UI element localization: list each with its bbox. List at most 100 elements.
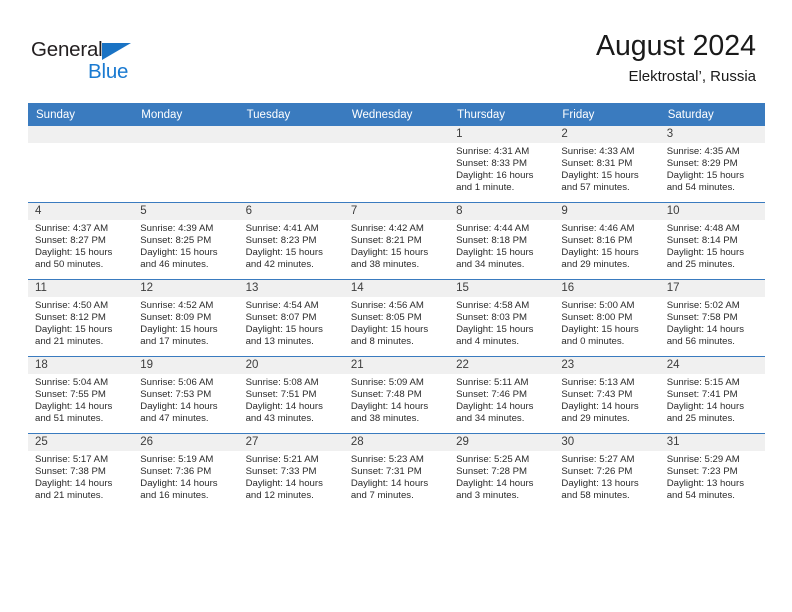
day-details (133, 143, 238, 146)
day-cell[interactable]: 4 Sunrise: 4:37 AM Sunset: 8:27 PM Daylight… (28, 202, 134, 280)
day-cell[interactable]: 1 Sunrise: 4:31 AM Sunset: 8:33 PM Daylight… (449, 126, 555, 203)
daylight-duration-line2: and 46 minutes. (140, 259, 209, 271)
day-number: 10 (659, 203, 765, 220)
day-details: Sunrise: 4:46 AM Sunset: 8:16 PM Daylight:… (554, 220, 659, 272)
day-number: 22 (449, 357, 555, 374)
day-number: 15 (449, 280, 555, 297)
day-cell[interactable]: 19 Sunrise: 5:06 AM Sunset: 7:53 PM Dayligh… (133, 356, 239, 434)
sunrise-time: Sunrise: 5:13 AM (561, 377, 635, 388)
daylight-duration-line1: Daylight: 14 hours (456, 478, 534, 490)
generalblue-logo: General Blue (31, 38, 161, 86)
daylight-duration-line1: Daylight: 15 hours (350, 324, 429, 336)
sunset-time: Sunset: 8:23 PM (245, 235, 317, 247)
day-cell[interactable]: 16 Sunrise: 5:00 AM Sunset: 8:00 PM Dayligh… (554, 279, 660, 357)
daylight-duration-line1: Daylight: 15 hours (245, 247, 323, 259)
day-cell[interactable]: 31 Sunrise: 5:29 AM Sunset: 7:23 PM Dayligh… (659, 433, 765, 510)
daylight-duration-line1: Daylight: 15 hours (666, 170, 745, 182)
day-number: 31 (659, 434, 765, 451)
day-cell[interactable]: 13 Sunrise: 4:54 AM Sunset: 8:07 PM Dayligh… (238, 279, 344, 357)
day-cell[interactable]: 25 Sunrise: 5:17 AM Sunset: 7:38 PM Dayligh… (28, 433, 134, 510)
day-cell-empty (133, 126, 239, 203)
daylight-duration-line1: Daylight: 14 hours (666, 324, 745, 336)
daylight-duration-line2: and 16 minutes. (140, 490, 209, 502)
logo-triangle-icon (102, 43, 131, 60)
day-number: 4 (28, 203, 134, 220)
day-details: Sunrise: 4:48 AM Sunset: 8:14 PM Daylight:… (660, 220, 765, 272)
day-cell[interactable]: 18 Sunrise: 5:04 AM Sunset: 7:55 PM Dayligh… (28, 356, 134, 434)
day-cell[interactable]: 28 Sunrise: 5:23 AM Sunset: 7:31 PM Dayligh… (343, 433, 450, 510)
day-cell[interactable]: 23 Sunrise: 5:13 AM Sunset: 7:43 PM Dayligh… (554, 356, 660, 434)
sunrise-time: Sunrise: 5:02 AM (666, 300, 740, 311)
day-number: 18 (28, 357, 134, 374)
daylight-duration-line2: and 38 minutes. (350, 413, 420, 425)
day-cell[interactable]: 12 Sunrise: 4:52 AM Sunset: 8:09 PM Dayligh… (133, 279, 239, 357)
day-details: Sunrise: 4:33 AM Sunset: 8:31 PM Daylight:… (554, 143, 659, 195)
daylight-duration-line2: and 43 minutes. (245, 413, 314, 425)
day-cell[interactable]: 15 Sunrise: 4:58 AM Sunset: 8:03 PM Dayligh… (449, 279, 555, 357)
daylight-duration-line1: Daylight: 14 hours (35, 478, 113, 490)
day-cell-empty (343, 126, 450, 203)
daylight-duration-line1: Daylight: 15 hours (140, 324, 218, 336)
daylight-duration-line2: and 29 minutes. (561, 259, 630, 271)
day-cell[interactable]: 9 Sunrise: 4:46 AM Sunset: 8:16 PM Daylight… (554, 202, 660, 280)
daylight-duration-line2: and 47 minutes. (140, 413, 209, 425)
daylight-duration-line2: and 50 minutes. (35, 259, 104, 271)
day-details: Sunrise: 4:41 AM Sunset: 8:23 PM Daylight:… (239, 220, 344, 272)
day-cell[interactable]: 5 Sunrise: 4:39 AM Sunset: 8:25 PM Daylight… (133, 202, 239, 280)
day-number (343, 126, 450, 143)
day-details: Sunrise: 5:06 AM Sunset: 7:53 PM Daylight:… (133, 374, 238, 426)
calendar-week-row: 18 Sunrise: 5:04 AM Sunset: 7:55 PM Dayligh… (28, 356, 765, 434)
day-cell[interactable]: 24 Sunrise: 5:15 AM Sunset: 7:41 PM Dayligh… (659, 356, 765, 434)
sunrise-time: Sunrise: 5:04 AM (35, 377, 109, 388)
daylight-duration-line2: and 38 minutes. (350, 259, 420, 271)
title-block: August 2024 Elektrostal’, Russia (596, 29, 756, 87)
daylight-duration-line1: Daylight: 15 hours (561, 247, 639, 259)
day-cell[interactable]: 8 Sunrise: 4:44 AM Sunset: 8:18 PM Daylight… (449, 202, 555, 280)
day-details: Sunrise: 5:08 AM Sunset: 7:51 PM Daylight:… (239, 374, 344, 426)
day-number: 25 (28, 434, 134, 451)
sunset-time: Sunset: 8:00 PM (561, 312, 633, 324)
day-number: 9 (554, 203, 660, 220)
day-details: Sunrise: 5:00 AM Sunset: 8:00 PM Daylight:… (554, 297, 659, 349)
daylight-duration-line1: Daylight: 15 hours (140, 247, 218, 259)
daylight-duration-line2: and 34 minutes. (456, 413, 525, 425)
day-details (344, 143, 449, 146)
day-details: Sunrise: 5:02 AM Sunset: 7:58 PM Daylight:… (660, 297, 765, 349)
day-cell[interactable]: 11 Sunrise: 4:50 AM Sunset: 8:12 PM Dayligh… (28, 279, 134, 357)
day-cell[interactable]: 14 Sunrise: 4:56 AM Sunset: 8:05 PM Dayligh… (343, 279, 450, 357)
day-cell[interactable]: 10 Sunrise: 4:48 AM Sunset: 8:14 PM Dayligh… (659, 202, 765, 280)
sunset-time: Sunset: 7:33 PM (245, 466, 317, 478)
sunset-time: Sunset: 7:46 PM (456, 389, 528, 401)
day-details: Sunrise: 4:54 AM Sunset: 8:07 PM Daylight:… (239, 297, 344, 349)
day-details: Sunrise: 5:21 AM Sunset: 7:33 PM Daylight:… (239, 451, 344, 503)
page-subtitle: Elektrostal’, Russia (628, 68, 756, 85)
day-cell[interactable]: 20 Sunrise: 5:08 AM Sunset: 7:51 PM Dayligh… (238, 356, 344, 434)
day-number: 26 (133, 434, 239, 451)
day-number (238, 126, 344, 143)
daylight-duration-line2: and 29 minutes. (561, 413, 630, 425)
day-cell[interactable]: 3 Sunrise: 4:35 AM Sunset: 8:29 PM Daylight… (659, 126, 765, 203)
day-details: Sunrise: 4:50 AM Sunset: 8:12 PM Daylight:… (28, 297, 133, 349)
day-number: 30 (554, 434, 660, 451)
day-details: Sunrise: 5:11 AM Sunset: 7:46 PM Daylight:… (449, 374, 554, 426)
daylight-duration-line2: and 25 minutes. (666, 259, 735, 271)
day-cell[interactable]: 29 Sunrise: 5:25 AM Sunset: 7:28 PM Dayligh… (449, 433, 555, 510)
day-cell[interactable]: 2 Sunrise: 4:33 AM Sunset: 8:31 PM Daylight… (554, 126, 660, 203)
daylight-duration-line1: Daylight: 14 hours (456, 401, 534, 413)
calendar-week-row: 25 Sunrise: 5:17 AM Sunset: 7:38 PM Dayligh… (28, 433, 765, 510)
daylight-duration-line1: Daylight: 15 hours (666, 247, 745, 259)
daylight-duration-line2: and 42 minutes. (245, 259, 314, 271)
day-number: 17 (659, 280, 765, 297)
page-title: August 2024 (595, 30, 756, 62)
sunset-time: Sunset: 7:53 PM (140, 389, 212, 401)
day-cell[interactable]: 26 Sunrise: 5:19 AM Sunset: 7:36 PM Dayligh… (133, 433, 239, 510)
day-cell[interactable]: 17 Sunrise: 5:02 AM Sunset: 7:58 PM Dayligh… (659, 279, 765, 357)
day-cell[interactable]: 22 Sunrise: 5:11 AM Sunset: 7:46 PM Dayligh… (449, 356, 555, 434)
day-cell[interactable]: 7 Sunrise: 4:42 AM Sunset: 8:21 PM Daylight… (343, 202, 450, 280)
day-cell[interactable]: 30 Sunrise: 5:27 AM Sunset: 7:26 PM Dayligh… (554, 433, 660, 510)
day-cell[interactable]: 6 Sunrise: 4:41 AM Sunset: 8:23 PM Daylight… (238, 202, 344, 280)
day-cell[interactable]: 27 Sunrise: 5:21 AM Sunset: 7:33 PM Dayligh… (238, 433, 344, 510)
page-header: General Blue August 2024 Elektrostal’, R… (0, 0, 792, 98)
day-cell[interactable]: 21 Sunrise: 5:09 AM Sunset: 7:48 PM Dayligh… (343, 356, 450, 434)
daylight-duration-line1: Daylight: 14 hours (35, 401, 113, 413)
